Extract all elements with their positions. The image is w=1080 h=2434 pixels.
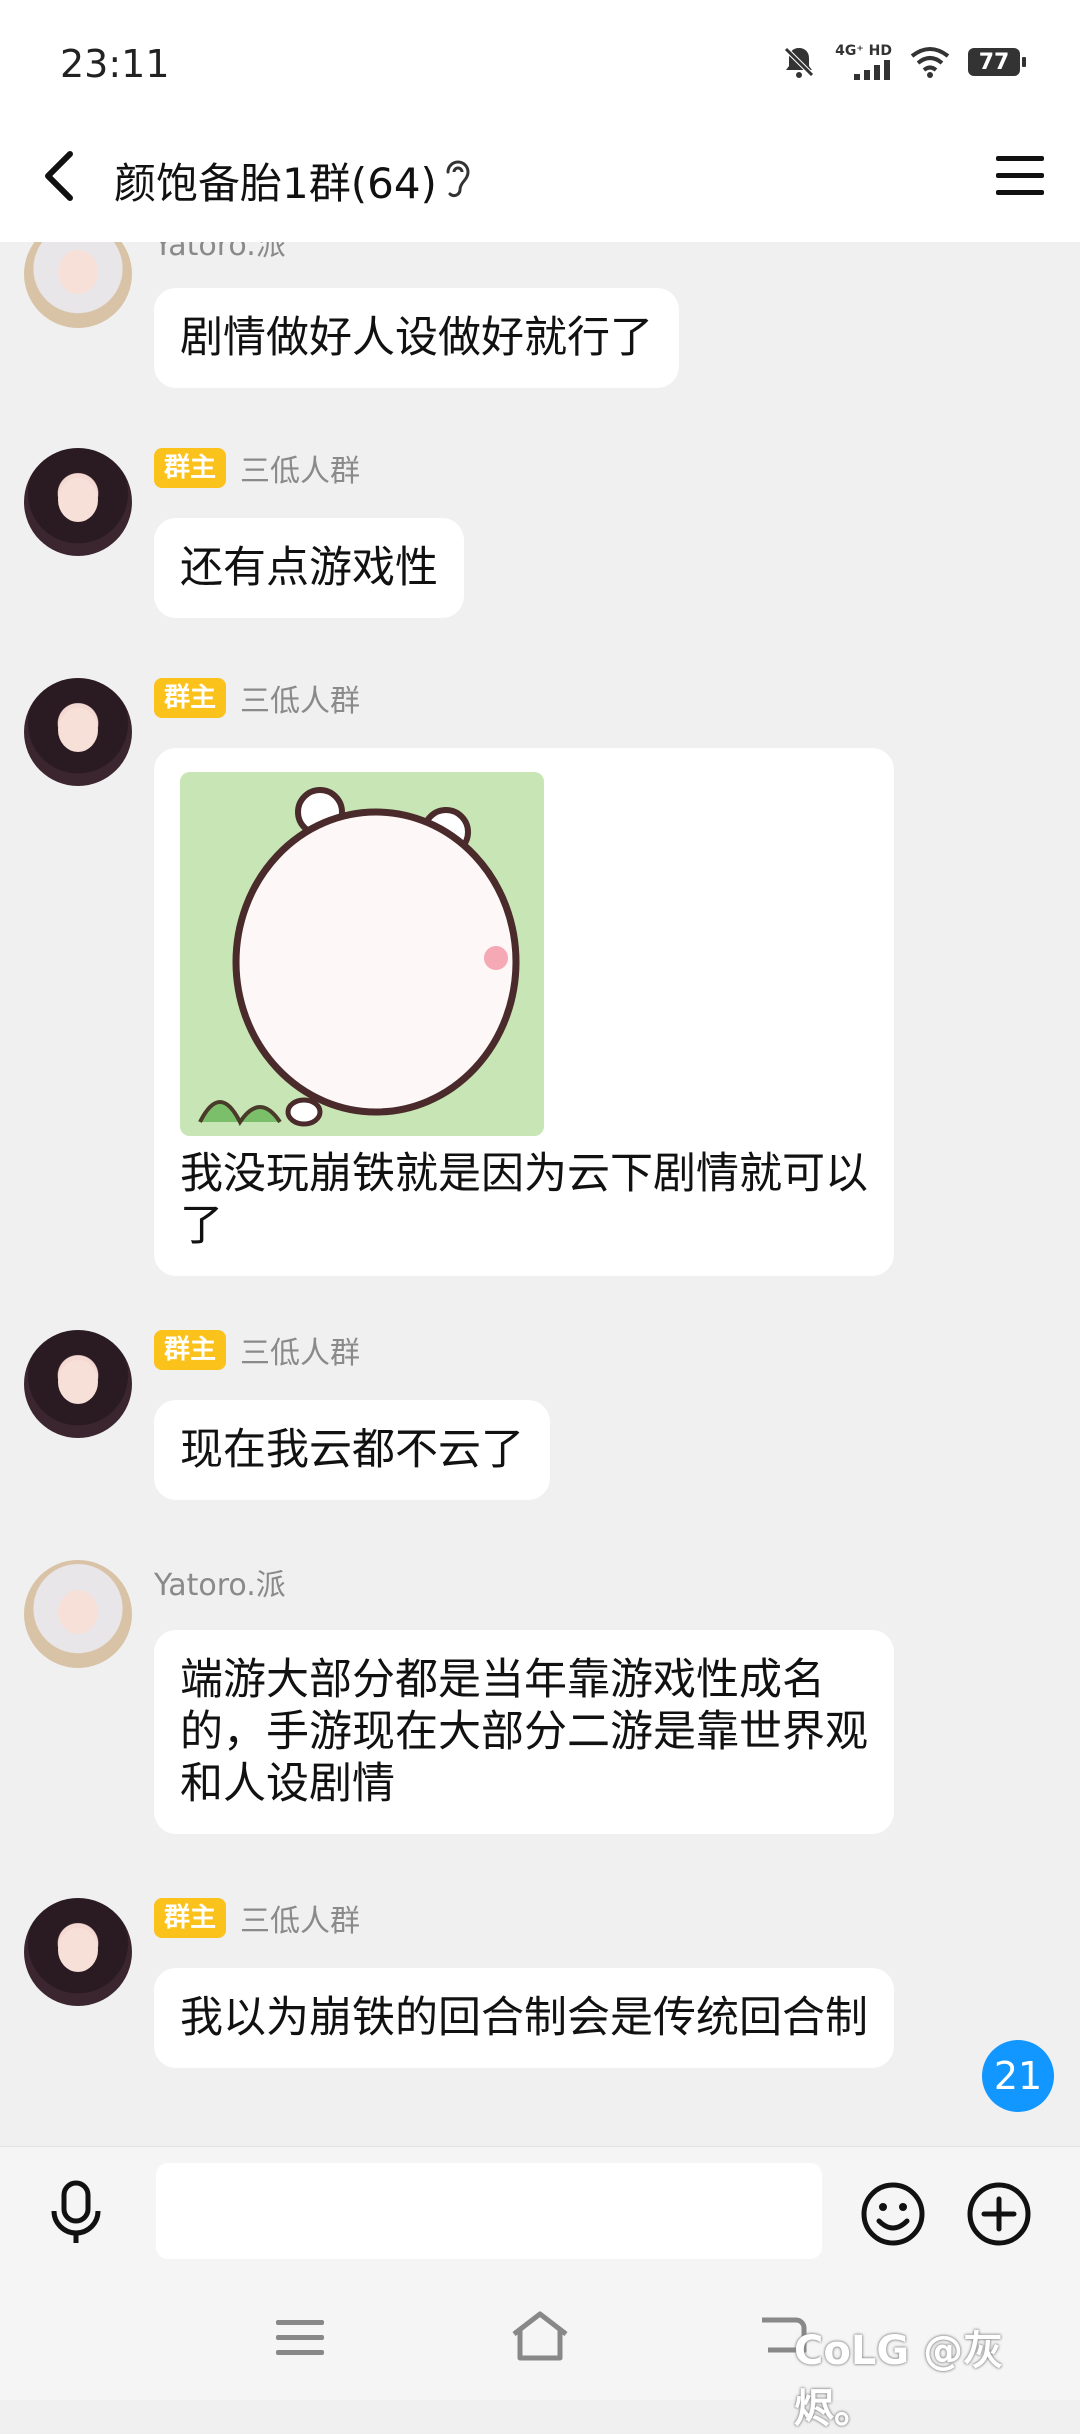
sender-name: Yatoro.派 (154, 1568, 286, 1603)
message-bubble[interactable]: 端游大部分都是当年靠游戏性成名的，手游现在大部分二游是靠世界观和人设剧情 (154, 1630, 894, 1834)
menu-icon[interactable] (992, 150, 1048, 202)
recent-apps-icon[interactable] (272, 2316, 328, 2360)
owner-badge: 群主 (154, 1330, 227, 1370)
message-bubble[interactable]: 现在我云都不云了 (154, 1400, 550, 1500)
sender-line: 群主 三低人群 (154, 448, 361, 489)
message-input[interactable] (156, 2163, 822, 2259)
avatar[interactable] (24, 242, 132, 328)
signal-icon (854, 60, 890, 80)
sender-name: 三低人群 (240, 684, 361, 719)
system-nav-bar: CoLG @灰烬。 (0, 2276, 1080, 2432)
owner-badge: 群主 (154, 678, 227, 718)
status-time: 23:11 (60, 42, 170, 86)
bear-sticker-icon (180, 772, 544, 1136)
sticker-image[interactable] (180, 772, 544, 1136)
sender-line: Yatoro.派 (154, 242, 286, 263)
input-bar (0, 2146, 1080, 2277)
message-bubble[interactable]: 剧情做好人设做好就行了 (154, 288, 679, 388)
owner-badge: 群主 (154, 1898, 227, 1938)
battery-indicator: 77 (968, 48, 1026, 76)
avatar[interactable] (24, 448, 132, 556)
sender-name: Yatoro.派 (154, 242, 286, 263)
mute-bell-icon (784, 47, 814, 78)
emoji-icon[interactable] (860, 2181, 926, 2247)
plus-icon[interactable] (966, 2181, 1032, 2247)
avatar[interactable] (24, 1560, 132, 1668)
sender-line: 群主 三低人群 (154, 1898, 361, 1939)
sender-line: 群主 三低人群 (154, 1330, 361, 1371)
unread-count-badge[interactable]: 21 (982, 2040, 1054, 2112)
avatar[interactable] (24, 678, 132, 786)
avatar[interactable] (24, 1898, 132, 2006)
home-icon[interactable] (508, 2308, 572, 2364)
sender-name: 三低人群 (240, 1904, 361, 1939)
owner-badge: 群主 (154, 448, 227, 488)
sender-line: 群主 三低人群 (154, 678, 361, 719)
sender-name: 三低人群 (240, 1336, 361, 1371)
back-arrow-icon[interactable] (30, 144, 90, 208)
signal-indicator: 4G⁺ HD (835, 44, 892, 80)
watermark: CoLG @灰烬。 (794, 2328, 1004, 2432)
chat-header: 颜饱备胎1群(64) (0, 110, 1080, 242)
message-bubble[interactable]: 我没玩崩铁就是因为云下剧情就可以了 (154, 748, 894, 1276)
microphone-icon[interactable] (44, 2179, 108, 2247)
message-bubble[interactable]: 还有点游戏性 (154, 518, 464, 618)
sender-name: 三低人群 (240, 454, 361, 489)
ear-icon[interactable] (436, 156, 476, 200)
chat-title[interactable]: 颜饱备胎1群(64) (114, 150, 437, 211)
status-icons: 4G⁺ HD 77 (781, 44, 1026, 80)
sender-line: Yatoro.派 (154, 1562, 286, 1603)
wifi-icon (910, 47, 950, 78)
avatar[interactable] (24, 1330, 132, 1438)
message-bubble[interactable]: 我以为崩铁的回合制会是传统回合制 (154, 1968, 894, 2068)
network-label: 4G⁺ HD (835, 43, 892, 59)
message-text: 我没玩崩铁就是因为云下剧情就可以了 (180, 1149, 868, 1251)
message-list[interactable]: Yatoro.派 剧情做好人设做好就行了 群主 三低人群 还有点游戏性 群主 三… (0, 242, 1080, 2146)
